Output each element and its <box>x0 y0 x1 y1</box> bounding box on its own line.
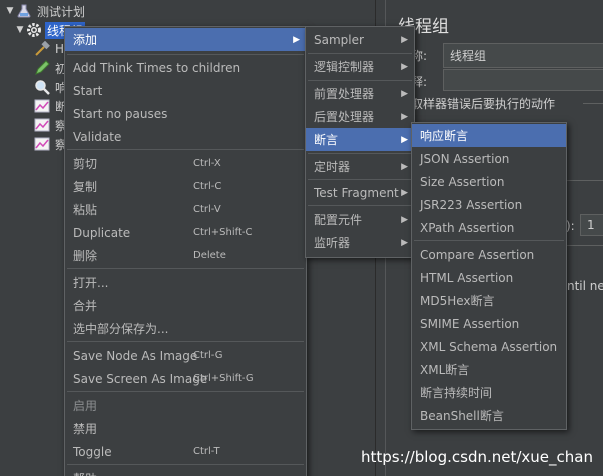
checkbox-label-fragment: ntil nee <box>567 279 603 293</box>
menu-item-save-screen-image[interactable]: Save Screen As Image Ctrl+Shift-G <box>65 367 306 390</box>
chevron-right-icon: ▶ <box>401 214 408 225</box>
name-field[interactable]: 线程组 <box>443 43 603 68</box>
comment-field[interactable] <box>443 69 603 91</box>
chevron-right-icon: ▶ <box>401 161 408 172</box>
menu-item-test-fragment[interactable]: Test Fragment ▶ <box>306 181 414 204</box>
menu-separator <box>67 391 304 392</box>
menu-item-xml-assertion[interactable]: XML断言 <box>412 358 566 381</box>
tree-node-test-plan[interactable]: ▼ 测试计划 <box>4 2 87 20</box>
menu-item-assertion[interactable]: 断言 ▶ <box>306 128 414 151</box>
graph-icon <box>34 117 50 133</box>
expand-arrow-icon[interactable]: ▼ <box>4 6 16 16</box>
menu-item-md5hex-assertion[interactable]: MD5Hex断言 <box>412 289 566 312</box>
menu-item-start[interactable]: Start <box>65 79 306 102</box>
menu-item-logic-controller[interactable]: 逻辑控制器 ▶ <box>306 55 414 78</box>
menu-item-disable[interactable]: 禁用 <box>65 417 306 440</box>
shortcut-label: Delete <box>193 250 226 261</box>
add-submenu[interactable]: Sampler ▶ 逻辑控制器 ▶ 前置处理器 ▶ 后置处理器 ▶ 断言 ▶ 定… <box>305 26 415 258</box>
watermark-text: https://blog.csdn.net/xue_chan <box>360 448 593 466</box>
menu-item-html-assertion[interactable]: HTML Assertion <box>412 266 566 289</box>
pencil-icon <box>34 60 50 76</box>
menu-item-start-no-pauses[interactable]: Start no pauses <box>65 102 306 125</box>
menu-item-paste[interactable]: 粘贴 Ctrl-V <box>65 198 306 221</box>
menu-item-xpath-assertion[interactable]: XPath Assertion <box>412 216 566 239</box>
shortcut-label: Ctrl+Shift-G <box>193 373 254 384</box>
menu-item-beanshell-assertion[interactable]: BeanShell断言 <box>412 404 566 427</box>
graph-icon <box>34 136 50 152</box>
menu-separator <box>67 464 304 465</box>
menu-item-smime-assertion[interactable]: SMIME Assertion <box>412 312 566 335</box>
menu-separator <box>308 80 412 81</box>
menu-item-post-processor[interactable]: 后置处理器 ▶ <box>306 105 414 128</box>
menu-item-timer[interactable]: 定时器 ▶ <box>306 155 414 178</box>
chevron-right-icon: ▶ <box>401 88 408 99</box>
shortcut-label: Ctrl-X <box>193 158 221 169</box>
magnifier-icon <box>34 79 50 95</box>
menu-separator <box>67 149 304 150</box>
menu-item-config-element[interactable]: 配置元件 ▶ <box>306 208 414 231</box>
menu-item-open[interactable]: 打开... <box>65 271 306 294</box>
menu-item-duplicate[interactable]: Duplicate Ctrl+Shift-C <box>65 221 306 244</box>
menu-item-enable[interactable]: 启用 <box>65 394 306 417</box>
chevron-right-icon: ▶ <box>401 134 408 145</box>
menu-item-toggle[interactable]: Toggle Ctrl-T <box>65 440 306 463</box>
shortcut-label: Ctrl-V <box>193 204 221 215</box>
menu-item-add[interactable]: 添加 ▶ <box>65 28 306 51</box>
menu-separator <box>67 54 304 55</box>
shortcut-label: Ctrl-C <box>193 181 222 192</box>
chevron-right-icon: ▶ <box>401 111 408 122</box>
menu-item-merge[interactable]: 合并 <box>65 294 306 317</box>
menu-separator <box>308 53 412 54</box>
shortcut-label: Ctrl+Shift-C <box>193 227 253 238</box>
shortcut-label: Ctrl-T <box>193 446 220 457</box>
menu-item-compare-assertion[interactable]: Compare Assertion <box>412 243 566 266</box>
menu-item-sampler[interactable]: Sampler ▶ <box>306 28 414 51</box>
menu-separator <box>67 341 304 342</box>
menu-item-add-think-times[interactable]: Add Think Times to children <box>65 56 306 79</box>
shortcut-label: Ctrl-G <box>193 350 223 361</box>
menu-separator <box>414 240 564 241</box>
error-action-label: 取样器错误后要执行的动作 <box>411 97 556 111</box>
field-label-fragment: ): <box>566 219 575 233</box>
menu-item-response-assertion[interactable]: 响应断言 <box>412 124 566 147</box>
menu-item-copy[interactable]: 复制 Ctrl-C <box>65 175 306 198</box>
gear-icon <box>26 22 42 38</box>
chevron-right-icon: ▶ <box>401 237 408 248</box>
menu-item-listener[interactable]: 监听器 ▶ <box>306 231 414 254</box>
tree-node-label: 测试计划 <box>37 4 86 19</box>
menu-item-size-assertion[interactable]: Size Assertion <box>412 170 566 193</box>
menu-item-pre-processor[interactable]: 前置处理器 ▶ <box>306 82 414 105</box>
assertion-submenu[interactable]: 响应断言 JSON Assertion Size Assertion JSR22… <box>411 122 567 430</box>
graph-icon <box>34 98 50 114</box>
menu-item-xml-schema-assertion[interactable]: XML Schema Assertion <box>412 335 566 358</box>
menu-item-help[interactable]: 帮助 <box>65 467 306 476</box>
menu-separator <box>308 179 412 180</box>
menu-item-save-selection[interactable]: 选中部分保存为... <box>65 317 306 340</box>
menu-item-jsr223-assertion[interactable]: JSR223 Assertion <box>412 193 566 216</box>
number-field[interactable]: 1 <box>580 214 603 236</box>
chevron-right-icon: ▶ <box>401 34 408 45</box>
chevron-right-icon: ▶ <box>401 187 408 198</box>
menu-item-cut[interactable]: 剪切 Ctrl-X <box>65 152 306 175</box>
menu-item-validate[interactable]: Validate <box>65 125 306 148</box>
context-menu[interactable]: 添加 ▶ Add Think Times to children Start S… <box>64 26 307 476</box>
menu-separator <box>67 268 304 269</box>
tree-node-sampler[interactable]: H <box>34 40 66 58</box>
menu-item-save-node-image[interactable]: Save Node As Image Ctrl-G <box>65 344 306 367</box>
hammer-icon <box>34 41 50 57</box>
menu-item-delete[interactable]: 删除 Delete <box>65 244 306 267</box>
section-divider <box>583 103 603 104</box>
expand-arrow-icon[interactable]: ▼ <box>14 25 26 35</box>
menu-separator <box>308 205 412 206</box>
menu-separator <box>308 153 412 154</box>
chevron-right-icon: ▶ <box>401 61 408 72</box>
chevron-right-icon: ▶ <box>293 34 300 45</box>
flask-icon <box>16 3 32 19</box>
menu-item-json-assertion[interactable]: JSON Assertion <box>412 147 566 170</box>
menu-item-duration-assertion[interactable]: 断言持续时间 <box>412 381 566 404</box>
